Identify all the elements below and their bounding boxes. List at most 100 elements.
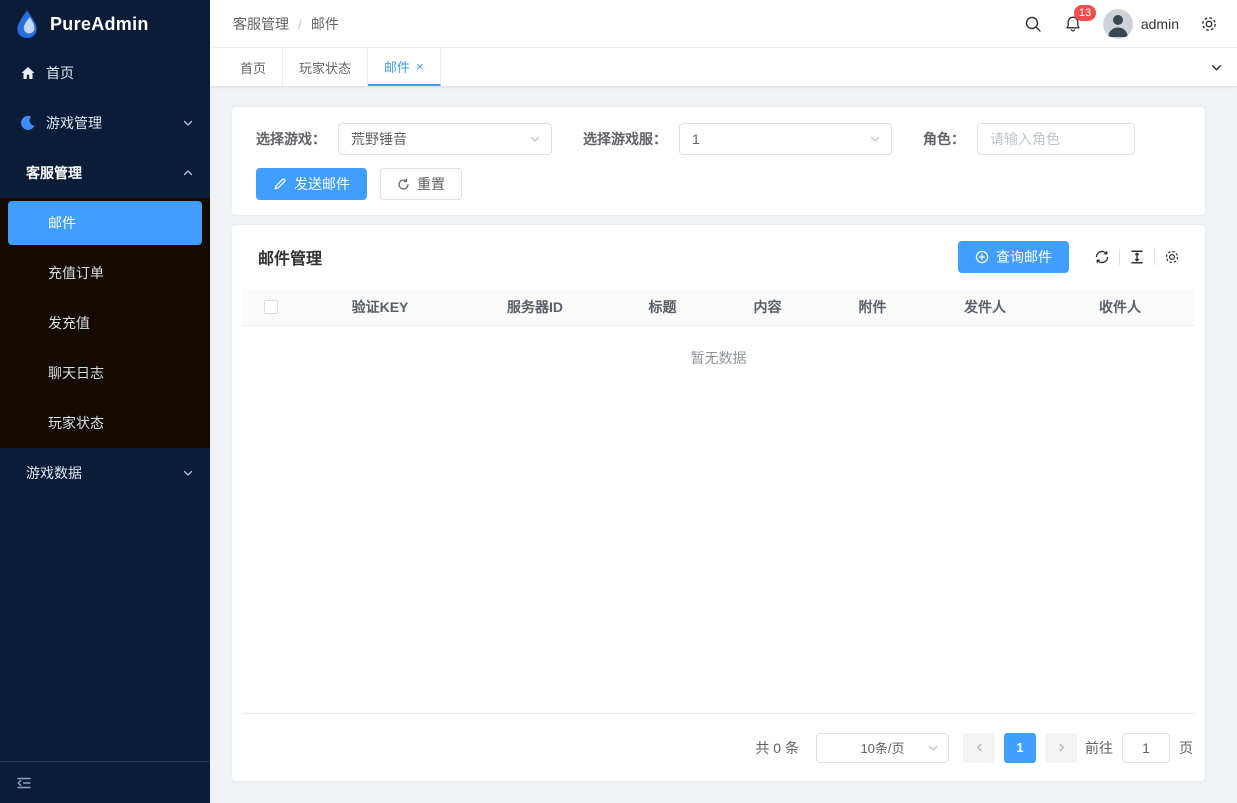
settings-gear-icon[interactable] — [1189, 0, 1229, 48]
page-number-button[interactable]: 1 — [1004, 733, 1036, 763]
column-header: 附件 — [820, 297, 925, 317]
column-header: 服务器ID — [460, 297, 610, 317]
sidebar-item-recharge-orders[interactable]: 充值订单 — [0, 248, 210, 298]
tabs-menu-chevron-down-icon[interactable] — [1195, 48, 1237, 86]
column-header: 内容 — [715, 297, 820, 317]
page-size-select[interactable]: 10条/页 — [816, 733, 949, 763]
game-icon — [20, 115, 36, 131]
mail-table-card: 邮件管理 查询邮件 — [232, 225, 1205, 781]
sidebar-item-label: 玩家状态 — [48, 413, 104, 433]
page-jumper: 前往 页 — [1085, 733, 1193, 763]
chevron-down-icon — [182, 467, 194, 479]
role-label: 角色： — [923, 129, 965, 149]
user-menu[interactable]: admin — [1093, 9, 1189, 39]
sidebar-item-game-management[interactable]: 游戏管理 — [0, 98, 210, 148]
breadcrumb-item: 邮件 — [311, 14, 339, 34]
chevron-down-icon — [927, 742, 939, 754]
reset-button-label: 重置 — [417, 174, 445, 194]
breadcrumb-item[interactable]: 客服管理 — [233, 14, 289, 34]
table-toolbar: 查询邮件 — [958, 241, 1189, 273]
density-icon[interactable] — [1120, 249, 1154, 265]
customer-service-submenu: 邮件 充值订单 发充值 聊天日志 玩家状态 — [0, 198, 210, 448]
reset-button[interactable]: 重置 — [380, 168, 462, 200]
topbar: 客服管理 / 邮件 13 admin — [210, 0, 1237, 48]
refresh-table-icon[interactable] — [1085, 249, 1119, 265]
sidebar-footer — [0, 761, 210, 803]
goto-label: 前往 — [1085, 738, 1113, 758]
tab-label: 邮件 — [384, 57, 410, 76]
sidebar-item-label: 发充值 — [48, 313, 90, 333]
topbar-right: 13 admin — [1013, 0, 1229, 48]
card-title: 邮件管理 — [258, 245, 322, 269]
tab-label: 首页 — [240, 58, 266, 77]
chevron-up-icon — [182, 167, 194, 179]
notification-badge: 13 — [1074, 5, 1096, 21]
sidebar-item-chat-logs[interactable]: 聊天日志 — [0, 348, 210, 398]
send-mail-button[interactable]: 发送邮件 — [256, 168, 367, 200]
column-settings-gear-icon[interactable] — [1155, 249, 1189, 265]
card-header: 邮件管理 查询邮件 — [242, 241, 1195, 273]
sidebar-menu: 首页 游戏管理 客服管理 邮件 充值订单 发充值 — [0, 48, 210, 761]
sidebar-item-label: 聊天日志 — [48, 363, 104, 383]
table-body-empty-area — [242, 390, 1195, 713]
tab-label: 玩家状态 — [299, 58, 351, 77]
page-content: 选择游戏： 荒野锤音 选择游戏服： 1 — [210, 86, 1237, 803]
droplet-logo-icon — [14, 9, 40, 39]
refresh-icon — [397, 178, 410, 191]
game-select-field: 选择游戏： 荒野锤音 — [256, 123, 552, 155]
sidebar: PureAdmin 首页 游戏管理 客服管理 邮件 — [0, 0, 210, 803]
query-mail-button[interactable]: 查询邮件 — [958, 241, 1069, 273]
home-icon — [20, 65, 36, 81]
chevron-down-icon — [529, 133, 541, 145]
tab-home[interactable]: 首页 — [224, 48, 283, 86]
server-select-value: 1 — [692, 131, 700, 147]
tab-mail[interactable]: 邮件 × — [368, 48, 441, 86]
game-select-value: 荒野锤音 — [351, 129, 407, 149]
sidebar-item-label: 客服管理 — [26, 163, 172, 183]
avatar — [1103, 9, 1133, 39]
sidebar-item-send-recharge[interactable]: 发充值 — [0, 298, 210, 348]
notifications-button[interactable]: 13 — [1053, 0, 1093, 48]
sidebar-item-label: 游戏管理 — [46, 113, 172, 133]
logo[interactable]: PureAdmin — [0, 0, 210, 48]
search-icon[interactable] — [1013, 0, 1053, 48]
breadcrumb-separator: / — [298, 16, 302, 32]
circle-plus-icon — [975, 250, 989, 264]
chevron-down-icon — [869, 133, 881, 145]
breadcrumb: 客服管理 / 邮件 — [233, 14, 339, 34]
tab-player-status[interactable]: 玩家状态 — [283, 48, 368, 86]
prev-page-button[interactable] — [963, 733, 995, 763]
game-select[interactable]: 荒野锤音 — [338, 123, 552, 155]
column-header: 收件人 — [1045, 297, 1195, 317]
sidebar-item-label: 邮件 — [48, 213, 76, 233]
column-header: 验证KEY — [300, 297, 460, 317]
table-header-row: 验证KEY 服务器ID 标题 内容 附件 发件人 收件人 — [242, 289, 1195, 326]
select-all-checkbox[interactable] — [264, 300, 278, 314]
goto-page-input[interactable] — [1122, 733, 1170, 763]
chevron-down-icon — [182, 117, 194, 129]
filter-card: 选择游戏： 荒野锤音 选择游戏服： 1 — [232, 107, 1205, 215]
role-input[interactable] — [977, 123, 1135, 155]
arrow-left-icon — [974, 742, 985, 753]
sidebar-item-game-data[interactable]: 游戏数据 — [0, 448, 210, 498]
sidebar-item-label: 游戏数据 — [26, 463, 172, 483]
query-mail-button-label: 查询邮件 — [996, 247, 1052, 267]
sidebar-item-customer-service[interactable]: 客服管理 — [0, 148, 210, 198]
role-field: 角色： — [923, 123, 1135, 155]
server-select-field: 选择游戏服： 1 — [583, 123, 892, 155]
sidebar-item-label: 充值订单 — [48, 263, 104, 283]
edit-pen-icon — [273, 177, 287, 191]
server-select-label: 选择游戏服： — [583, 129, 667, 149]
close-icon[interactable]: × — [416, 59, 424, 74]
menu-fold-icon[interactable] — [15, 774, 33, 792]
sidebar-item-mail[interactable]: 邮件 — [8, 201, 202, 245]
sidebar-item-home[interactable]: 首页 — [0, 48, 210, 98]
pagination: 共 0 条 10条/页 1 — [242, 713, 1195, 781]
tabs-bar: 首页 玩家状态 邮件 × — [210, 48, 1237, 86]
server-select[interactable]: 1 — [679, 123, 892, 155]
page-unit-label: 页 — [1179, 738, 1193, 758]
main-area: 客服管理 / 邮件 13 admin — [210, 0, 1237, 803]
empty-state-text: 暂无数据 — [242, 326, 1195, 390]
sidebar-item-player-status[interactable]: 玩家状态 — [0, 398, 210, 448]
next-page-button[interactable] — [1045, 733, 1077, 763]
